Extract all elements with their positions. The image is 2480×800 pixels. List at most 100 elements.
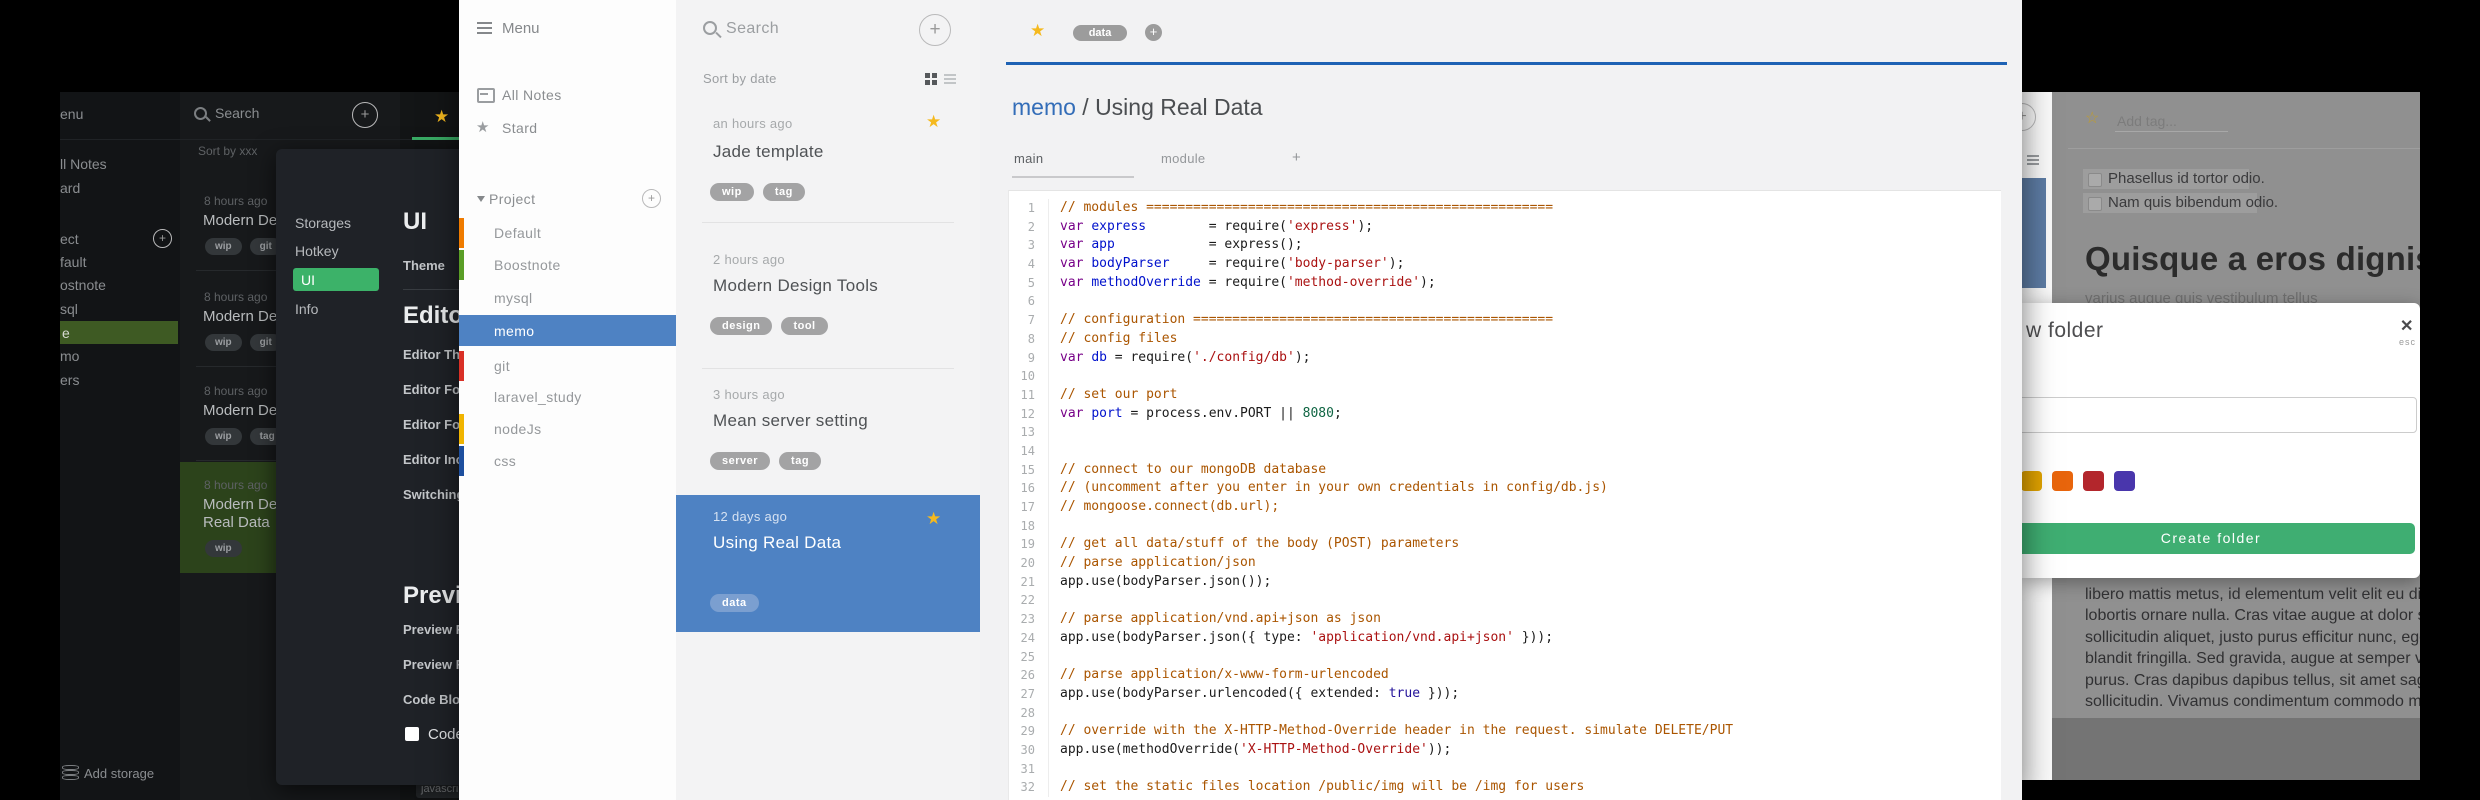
rw-paragraph-line: blandit fringilla. Sed gravida, augue at… <box>2085 650 2420 668</box>
dark-folder-item[interactable]: e <box>62 325 172 341</box>
note-card[interactable]: an hours ago ★ Jade template wip tag <box>676 100 980 227</box>
sidebar-folder-item[interactable]: mysql <box>494 290 654 307</box>
note-title: Using Real Data <box>713 533 842 552</box>
rw-paragraph-line: sollicitudin aliquet, justo purus effici… <box>2085 628 2420 646</box>
project-collapse-icon[interactable] <box>477 196 485 202</box>
line-number: 20 <box>1020 556 1035 571</box>
settings-nav-item[interactable]: Storages <box>295 215 385 231</box>
line-number: 2 <box>1027 219 1035 234</box>
note-time: 2 hours ago <box>713 252 785 267</box>
dark-sidebar-item[interactable]: ll Notes <box>60 156 175 174</box>
code-line: 28 <box>1009 703 2001 723</box>
folder-color-bar <box>459 351 464 381</box>
create-folder-button[interactable]: Create folder <box>2022 523 2415 554</box>
all-notes-icon-bar <box>480 93 488 95</box>
settings-nav-item[interactable]: UI <box>301 272 371 288</box>
folder-color-swatch[interactable] <box>2083 471 2104 491</box>
right-app-window: + ☆ Add tag... Phasellus id tortor odio. Nam… <box>2022 92 2420 780</box>
rw-checkbox[interactable] <box>2088 173 2102 187</box>
rw-selected-note-sliver[interactable] <box>2022 178 2046 288</box>
sidebar-item-all-notes[interactable]: All Notes <box>502 87 602 105</box>
note-tag: tool <box>781 317 828 335</box>
tab-module[interactable]: module <box>1161 151 1231 168</box>
code-line: 6 <box>1009 292 2001 312</box>
line-number: 7 <box>1027 313 1035 328</box>
dark-folder-item[interactable]: ers <box>60 372 170 388</box>
folder-color-swatch[interactable] <box>2114 471 2135 491</box>
sidebar-folder-item[interactable]: git <box>494 358 654 375</box>
sidebar-folder-item[interactable]: css <box>494 453 654 470</box>
note-card-selected[interactable]: 12 days ago ★ Using Real Data data <box>676 495 980 632</box>
active-tab-underline <box>1012 176 1134 178</box>
dark-new-note-button[interactable]: + <box>352 102 378 128</box>
breadcrumb-folder[interactable]: memo <box>1012 94 1076 120</box>
settings-nav-item[interactable]: Info <box>295 301 385 317</box>
note-star-icon[interactable]: ★ <box>926 112 946 132</box>
add-storage-icon <box>62 765 79 780</box>
starred-icon: ★ <box>476 119 490 136</box>
dark-folder-item[interactable]: mo <box>60 348 170 364</box>
rw-add-tag-input[interactable]: Add tag... <box>2117 113 2227 129</box>
desktop: enu Search + ★ Sort by xxx ll Notes ard ect + fau… <box>0 0 2480 800</box>
sidebar-folder-item[interactable]: memo <box>494 323 644 340</box>
project-header[interactable]: Project <box>489 191 569 208</box>
add-folder-button[interactable]: + <box>642 189 661 208</box>
settings-nav-item[interactable]: Hotkey <box>295 243 385 259</box>
list-view-icon[interactable] <box>944 74 956 86</box>
code-line: 3 var app = express(); <box>1009 236 2001 256</box>
sidebar-item-starred[interactable]: Stard <box>502 120 602 138</box>
note-star-icon[interactable]: ★ <box>926 509 946 529</box>
code-line: 15// connect to our mongoDB database <box>1009 460 2001 480</box>
line-number: 5 <box>1027 275 1035 290</box>
note-title: Mean server setting <box>713 411 868 430</box>
dark-search-input[interactable]: Search <box>215 105 335 123</box>
code-line: 25 <box>1009 647 2001 667</box>
dark-add-folder-button[interactable]: + <box>153 229 172 248</box>
note-tag: data <box>710 594 759 612</box>
add-storage-button[interactable]: Add storage <box>84 766 184 782</box>
dark-star-icon[interactable]: ★ <box>434 107 454 127</box>
add-tag-button[interactable]: + <box>1145 24 1162 41</box>
note-card[interactable]: 3 hours ago Mean server setting server tag <box>676 373 980 508</box>
dark-project-header[interactable]: ect <box>60 231 120 247</box>
sidebar-folder-item[interactable]: Boostnote <box>494 257 654 274</box>
search-icon-handle <box>715 31 722 39</box>
menu-toggle[interactable]: Menu <box>502 20 582 38</box>
line-number: 8 <box>1027 331 1035 346</box>
dark-folder-item[interactable]: sql <box>60 301 170 317</box>
modal-close-icon[interactable]: ✕ <box>2400 316 2418 335</box>
code-checkbox[interactable] <box>405 727 419 741</box>
tab-main[interactable]: main <box>1014 151 1074 168</box>
editor-tag-pill[interactable]: data <box>1073 25 1127 41</box>
folder-name-input[interactable] <box>2022 397 2417 433</box>
note-card[interactable]: 2 hours ago Modern Design Tools design tool <box>676 238 980 373</box>
line-number: 22 <box>1020 593 1035 608</box>
rw-note-heading: Quisque a eros dignissim <box>2085 240 2420 277</box>
search-input[interactable]: Search <box>726 20 876 40</box>
code-line: 22 <box>1009 591 2001 611</box>
note-tag: server <box>710 452 771 470</box>
note-tag: wip <box>710 183 754 201</box>
more-options-icon[interactable]: ⋮ <box>2016 16 2022 42</box>
line-number: 11 <box>1020 387 1035 402</box>
line-number: 27 <box>1020 686 1035 701</box>
code-editor[interactable]: 1// modules ============================… <box>1008 190 2001 800</box>
sidebar-folder-item[interactable]: nodeJs <box>494 421 654 438</box>
rw-star-outline-icon[interactable]: ☆ <box>2085 108 2104 128</box>
dark-folder-item[interactable]: ostnote <box>60 277 170 293</box>
folder-color-swatch[interactable] <box>2022 471 2042 491</box>
sidebar-folder-item[interactable]: Default <box>494 225 654 242</box>
add-snippet-tab-button[interactable]: + <box>1292 149 1308 167</box>
dark-folder-item[interactable]: fault <box>60 254 170 270</box>
sidebar-folder-item[interactable]: laravel_study <box>494 389 654 406</box>
editor-star-button[interactable]: ★ <box>1030 21 1050 41</box>
new-note-button[interactable]: + <box>919 14 951 46</box>
dark-sidebar-item[interactable]: ard <box>60 180 175 198</box>
code-line: 13 <box>1009 423 2001 442</box>
folder-color-swatch[interactable] <box>2052 471 2073 491</box>
dark-menu-label[interactable]: enu <box>60 106 170 124</box>
sort-by-select[interactable]: Sort by date <box>703 71 853 87</box>
grid-view-icon[interactable] <box>925 73 937 85</box>
rw-checkbox[interactable] <box>2088 197 2102 211</box>
rw-list-view-icon[interactable] <box>2027 155 2039 167</box>
